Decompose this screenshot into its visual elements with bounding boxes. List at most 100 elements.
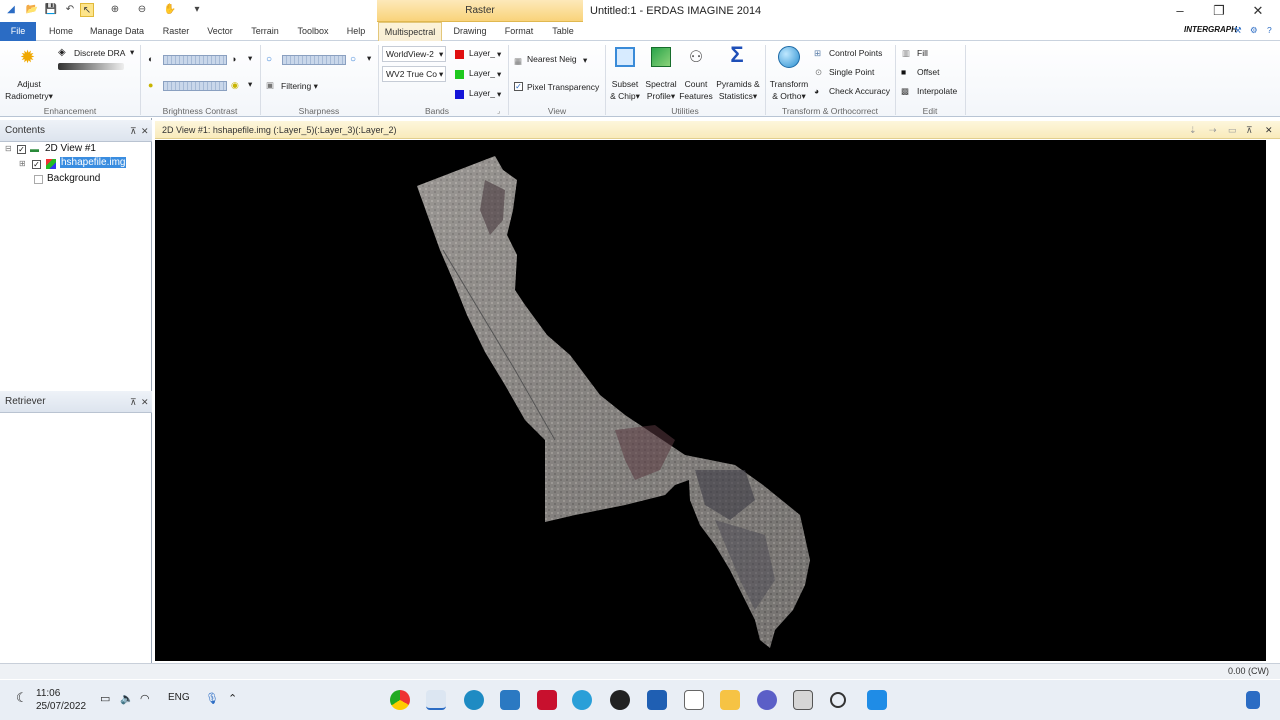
chrome-icon[interactable] (390, 690, 410, 710)
language-indicator[interactable]: ENG (168, 692, 190, 703)
windows-start-icon[interactable] (867, 690, 887, 710)
minimize-button[interactable]: – (1166, 2, 1194, 20)
pyramids-statistics-button[interactable]: Pyramids & Statistics▾ (712, 78, 764, 102)
zoom-in-icon[interactable]: ⊕ (108, 3, 122, 17)
tab-help[interactable]: Help (343, 22, 369, 41)
interpolate-button[interactable]: Interpolate (917, 86, 957, 96)
tab-terrain[interactable]: Terrain (248, 22, 282, 41)
group-separator (965, 45, 966, 115)
view-icon: ▬ (30, 144, 39, 154)
notification-icon[interactable] (1246, 691, 1260, 709)
teams-icon[interactable] (757, 690, 777, 710)
restore-button[interactable]: ❐ (1205, 2, 1233, 20)
brightness-decrease-icon[interactable]: ◐ (148, 54, 153, 64)
view-checkbox[interactable]: ✓ (17, 145, 26, 154)
dialog-launcher-icon[interactable]: ⌟ (497, 107, 500, 115)
viewer-tool-icon[interactable]: ⇢ (1209, 121, 1217, 139)
open-icon[interactable]: 📂 (25, 3, 39, 17)
microphone-icon[interactable]: 🎙 (205, 692, 219, 705)
pin-icon[interactable]: ⊼ (130, 391, 137, 413)
tree-item-layer[interactable]: hshapefile.img (60, 157, 127, 168)
offset-button[interactable]: Offset (917, 67, 940, 77)
tab-raster[interactable]: Raster (160, 22, 192, 41)
layer-checkbox[interactable]: ✓ (32, 160, 41, 169)
tab-multispectral[interactable]: Multispectral (378, 22, 442, 41)
pixel-transparency-checkbox[interactable]: ✓ (514, 82, 523, 91)
resample-select[interactable]: Nearest Neig (524, 52, 592, 68)
save-icon[interactable]: 💾 (44, 3, 58, 17)
chevron-down-icon[interactable]: ▾ (367, 53, 371, 64)
tab-file[interactable]: File (0, 22, 36, 41)
close-icon[interactable]: ✕ (141, 120, 149, 142)
single-point-button[interactable]: Single Point (829, 67, 874, 77)
chevron-down-icon[interactable]: ▾ (248, 53, 252, 64)
brightness-slider[interactable] (163, 55, 227, 65)
wifi-icon[interactable]: ◠ (140, 692, 150, 705)
tab-format[interactable]: Format (502, 22, 536, 41)
help-icon[interactable]: ? (1267, 25, 1272, 35)
chevron-down-icon[interactable]: ▾ (248, 79, 252, 90)
contrast-increase-icon[interactable]: ◉ (231, 80, 239, 91)
collapse-icon[interactable]: ⊟ (5, 144, 12, 153)
folder-icon[interactable] (720, 690, 740, 710)
control-points-button[interactable]: Control Points (829, 48, 882, 58)
moon-icon[interactable]: ☾ (16, 690, 28, 706)
discrete-dra-button[interactable]: Discrete DRA (74, 48, 125, 58)
chevron-down-icon[interactable]: ▾ (130, 47, 134, 58)
contrast-decrease-icon[interactable]: ● (148, 80, 153, 90)
customize-quick-access-icon[interactable]: ▾ (190, 3, 204, 17)
sharpness-slider[interactable] (282, 55, 346, 65)
count-features-button[interactable]: Count Features (675, 78, 717, 102)
tab-toolbox[interactable]: Toolbox (294, 22, 332, 41)
background-checkbox[interactable] (34, 175, 43, 184)
fill-button[interactable]: Fill (917, 48, 928, 58)
mcafee-icon[interactable] (537, 690, 557, 710)
tree-item-view[interactable]: 2D View #1 (45, 143, 96, 154)
close-icon[interactable]: ✕ (1265, 121, 1273, 139)
help-app-icon[interactable] (572, 690, 592, 710)
contrast-slider[interactable] (163, 81, 227, 91)
transform-ortho-button[interactable]: Transform & Ortho▾ (766, 78, 812, 102)
chevron-up-icon[interactable]: ⌃ (228, 692, 237, 705)
select-icon[interactable]: ↖ (80, 3, 94, 17)
check-accuracy-button[interactable]: Check Accuracy (829, 86, 890, 96)
group-separator (508, 45, 509, 115)
github-icon[interactable] (610, 690, 630, 710)
expand-icon[interactable]: ⊞ (19, 159, 26, 168)
erdas-icon[interactable] (426, 690, 446, 710)
tab-manage-data[interactable]: Manage Data (88, 22, 146, 41)
tab-drawing[interactable]: Drawing (451, 22, 489, 41)
pan-icon[interactable]: ✋ (163, 3, 177, 17)
volume-icon[interactable]: 🔈 (120, 692, 134, 705)
settings-icon[interactable]: ⚙ (1250, 25, 1258, 36)
search-icon[interactable] (830, 692, 846, 708)
sharpness-decrease-icon[interactable]: ○ (266, 54, 272, 65)
tools-icon[interactable]: ⚒ (1234, 25, 1242, 36)
map-viewer[interactable] (155, 140, 1266, 661)
close-icon[interactable]: ✕ (141, 391, 149, 413)
document-icon[interactable] (684, 690, 704, 710)
sharpness-increase-icon[interactable]: ○ (350, 54, 356, 65)
undo-icon[interactable]: ↶ (63, 3, 77, 17)
brightness-increase-icon[interactable]: ◑ (231, 54, 236, 64)
search-app-icon[interactable] (464, 690, 484, 710)
zoom-out-icon[interactable]: ⊖ (135, 3, 149, 17)
viewer-scrollbar[interactable] (1266, 140, 1280, 661)
filtering-button[interactable]: Filtering ▾ (281, 81, 318, 92)
viewer-tool-icon[interactable]: ⇣ (1189, 121, 1197, 139)
tab-table[interactable]: Table (548, 22, 578, 41)
tab-vector[interactable]: Vector (204, 22, 236, 41)
viewer-tool-icon[interactable]: ▭ (1228, 121, 1237, 139)
pin-icon[interactable]: ⊼ (1246, 121, 1253, 139)
tab-home[interactable]: Home (46, 22, 76, 41)
battery-icon[interactable]: ▭ (100, 692, 110, 705)
erdas-alt-icon[interactable] (500, 690, 520, 710)
band-combination-select[interactable]: WV2 True Co (382, 66, 446, 82)
task-view-icon[interactable] (793, 690, 813, 710)
pin-icon[interactable]: ⊼ (130, 120, 137, 142)
adjust-radiometry-button[interactable]: Adjust Radiometry▾ (4, 78, 54, 102)
tree-item-background[interactable]: Background (47, 173, 100, 184)
close-button[interactable]: ✕ (1244, 2, 1272, 20)
sensor-select[interactable]: WorldView-2 (382, 46, 446, 62)
store-icon[interactable] (647, 690, 667, 710)
